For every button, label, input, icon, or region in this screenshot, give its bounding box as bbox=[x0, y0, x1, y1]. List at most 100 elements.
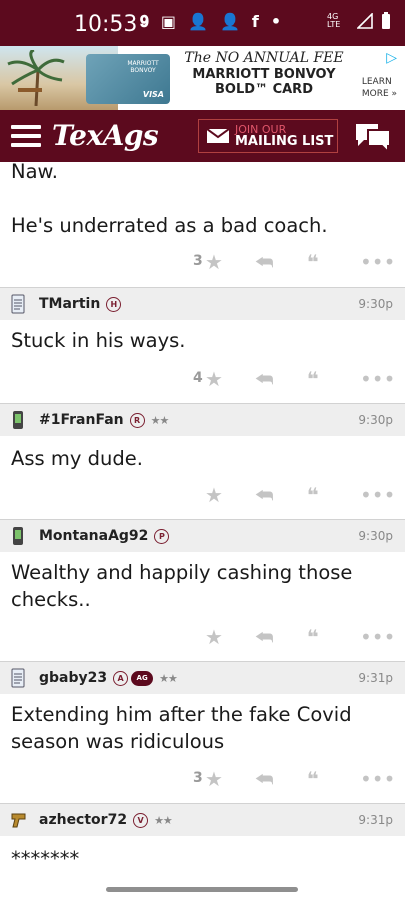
post-0-actions: 3 ★ ⮪ ❝ ••• bbox=[0, 250, 405, 274]
post-5-time: 9:31p bbox=[358, 813, 393, 827]
post-4-actions: 3 ★ ⮪ ❝ ••• bbox=[0, 767, 405, 791]
ad-headline: The NO ANNUAL FEE MARRIOTT BONVOY BOLD™ … bbox=[174, 50, 354, 97]
phone-icon bbox=[13, 411, 23, 429]
post-2-body: Ass my dude. bbox=[11, 447, 143, 470]
post-3-time: 9:30p bbox=[358, 529, 393, 543]
post-1-time: 9:30p bbox=[358, 297, 393, 311]
post-1: TMartin H 9:30p Stuck in his ways. 4 ★ ⮪ … bbox=[0, 287, 405, 404]
post-2: #1FranFan R ★★ 9:30p Ass my dude. ★ ⮪ ❝ ••… bbox=[0, 403, 405, 520]
post-1-badge: H bbox=[106, 296, 122, 312]
ad-headline-line3: BOLD™ CARD bbox=[215, 82, 313, 97]
post-0: Naw. He's underrated as a bad coach. 3 ★… bbox=[0, 162, 405, 288]
post-3-reply-icon[interactable]: ⮪ bbox=[255, 625, 274, 649]
signal-icon bbox=[357, 13, 373, 29]
post-4-ag-badge: AG bbox=[131, 670, 154, 686]
notepad-icon bbox=[11, 668, 25, 688]
thread-feed[interactable]: Naw. He's underrated as a bad coach. 3 ★… bbox=[0, 162, 405, 884]
post-4-stars: ★★ bbox=[159, 671, 178, 685]
network-label: 4G LTE bbox=[327, 12, 341, 29]
post-3-quote-icon[interactable]: ❝ bbox=[307, 625, 319, 649]
chat-icon[interactable] bbox=[354, 122, 392, 152]
ad-headline-line2: MARRIOTT BONVOY bbox=[192, 67, 336, 82]
post-1-like-count: 4 bbox=[193, 370, 203, 386]
post-3: MontanaAg92 P 9:30p Wealthy and happily c… bbox=[0, 519, 405, 662]
camera-icon: ▣ bbox=[160, 12, 177, 31]
credit-card-image: MARRIOTT BONVOY VISA bbox=[86, 54, 170, 104]
post-3-actions: ★ ⮪ ❝ ••• bbox=[0, 625, 405, 649]
status-right: 4G LTE bbox=[327, 12, 391, 30]
hamburger-menu-icon[interactable] bbox=[11, 125, 41, 147]
home-gesture-bar[interactable] bbox=[106, 887, 298, 892]
post-4-reply-icon[interactable]: ⮪ bbox=[255, 767, 274, 791]
ad-learn-more-button[interactable]: LEARN MORE » bbox=[362, 76, 397, 100]
post-4-quote-icon[interactable]: ❝ bbox=[307, 767, 319, 791]
post-2-star-icon[interactable]: ★ bbox=[205, 483, 223, 507]
post-3-body: Wealthy and happily cashing those checks… bbox=[11, 561, 353, 611]
post-5-stars: ★★ bbox=[154, 813, 173, 827]
post-0-quote-icon[interactable]: ❝ bbox=[307, 250, 319, 274]
add-user-icon-2: 👤 bbox=[219, 12, 240, 31]
post-5-header: azhector72 V ★★ 9:31p bbox=[0, 803, 405, 836]
post-2-time: 9:30p bbox=[358, 413, 393, 427]
post-5-badge: V bbox=[133, 812, 149, 828]
post-2-reply-icon[interactable]: ⮪ bbox=[255, 483, 274, 507]
post-1-header: TMartin H 9:30p bbox=[0, 287, 405, 320]
mailing-list-button[interactable]: JOIN OUR MAILING LIST bbox=[198, 119, 338, 153]
post-4-more-icon[interactable]: ••• bbox=[360, 767, 395, 791]
post-2-badge: R bbox=[129, 412, 145, 428]
post-0-reply-icon[interactable]: ⮪ bbox=[255, 250, 274, 274]
post-0-like-count: 3 bbox=[193, 253, 203, 269]
ad-headline-line1: The NO ANNUAL FEE bbox=[184, 50, 344, 66]
ad-cta-line2: MORE » bbox=[361, 89, 397, 99]
status-bar: 10:53 𝟗 ▣ 👤 👤 f • 4G LTE bbox=[0, 0, 405, 46]
ad-banner[interactable]: MARRIOTT BONVOY VISA The NO ANNUAL FEE M… bbox=[0, 46, 405, 110]
post-4-time: 9:31p bbox=[358, 671, 393, 685]
post-0-more-icon[interactable]: ••• bbox=[360, 250, 395, 274]
post-1-reply-icon[interactable]: ⮪ bbox=[255, 367, 274, 391]
notification-icons: 𝟗 ▣ 👤 👤 f • bbox=[140, 12, 281, 32]
post-5-username[interactable]: azhector72 V ★★ bbox=[39, 812, 173, 828]
post-2-quote-icon[interactable]: ❝ bbox=[307, 483, 319, 507]
gun-icon bbox=[11, 813, 26, 828]
mailing-list-line2: MAILING LIST bbox=[235, 134, 334, 149]
post-1-star-icon[interactable]: ★ bbox=[205, 367, 223, 391]
post-4-badge: A bbox=[113, 670, 129, 686]
post-1-actions: 4 ★ ⮪ ❝ ••• bbox=[0, 367, 405, 391]
post-3-username[interactable]: MontanaAg92 P bbox=[39, 528, 170, 544]
post-3-header: MontanaAg92 P 9:30p bbox=[0, 519, 405, 552]
card-brand: MARRIOTT BONVOY bbox=[127, 60, 159, 74]
post-4-username[interactable]: gbaby23 A AG ★★ bbox=[39, 670, 178, 686]
post-1-username[interactable]: TMartin H bbox=[39, 296, 122, 312]
adchoices-icon[interactable]: ▷ bbox=[386, 50, 397, 66]
top-navbar: TexAgs JOIN OUR MAILING LIST bbox=[0, 110, 405, 162]
post-4-body: Extending him after the fake Covid seaso… bbox=[11, 703, 352, 753]
battery-icon bbox=[382, 12, 390, 29]
post-2-more-icon[interactable]: ••• bbox=[360, 483, 395, 507]
post-4-header: gbaby23 A AG ★★ 9:31p bbox=[0, 661, 405, 694]
card-network: VISA bbox=[142, 90, 164, 99]
post-0-star-icon[interactable]: ★ bbox=[205, 250, 223, 274]
notepad-icon bbox=[11, 294, 25, 314]
post-3-star-icon[interactable]: ★ bbox=[205, 625, 223, 649]
post-2-stars: ★★ bbox=[150, 413, 170, 427]
facebook-icon: f bbox=[251, 12, 259, 31]
ad-cta-line1: LEARN bbox=[361, 77, 392, 87]
status-time: 10:53 bbox=[74, 12, 138, 37]
post-1-more-icon[interactable]: ••• bbox=[360, 367, 395, 391]
texags-logo[interactable]: TexAgs bbox=[52, 119, 159, 152]
post-5: azhector72 V ★★ 9:31p ******* bbox=[0, 803, 405, 884]
post-1-quote-icon[interactable]: ❝ bbox=[307, 367, 319, 391]
post-3-badge: P bbox=[154, 528, 170, 544]
post-0-body-line1: Naw. bbox=[11, 162, 58, 183]
post-3-more-icon[interactable]: ••• bbox=[360, 625, 395, 649]
post-4-star-icon[interactable]: ★ bbox=[205, 767, 223, 791]
phone-icon bbox=[13, 527, 23, 545]
post-2-username[interactable]: #1FranFan R ★★ bbox=[39, 412, 170, 428]
post-1-body: Stuck in his ways. bbox=[11, 329, 186, 352]
dot-icon: • bbox=[270, 12, 282, 31]
envelope-icon bbox=[207, 129, 229, 143]
palm-tree-icon bbox=[7, 50, 65, 106]
add-user-icon: 👤 bbox=[188, 12, 208, 31]
post-2-header: #1FranFan R ★★ 9:30p bbox=[0, 403, 405, 436]
post-2-actions: ★ ⮪ ❝ ••• bbox=[0, 483, 405, 507]
